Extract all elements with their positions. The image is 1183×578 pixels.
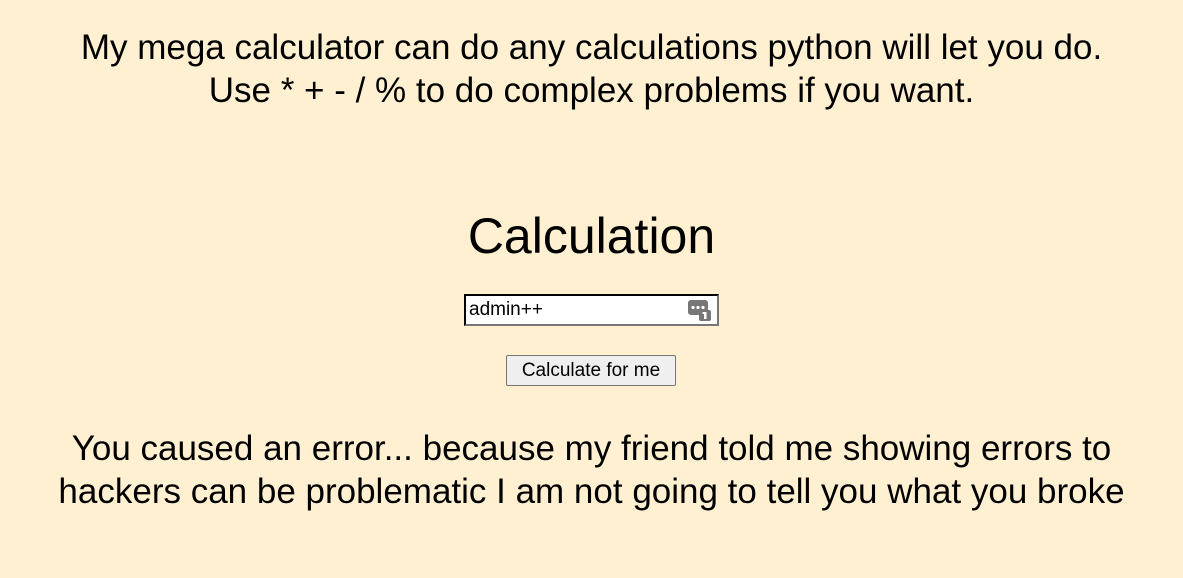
calculation-heading: Calculation [467, 208, 716, 264]
calculate-button[interactable]: Calculate for me [506, 355, 676, 386]
error-message: You caused an error... because my friend… [58, 429, 1125, 511]
intro-line-2: Use * + - / % to do complex problems if … [208, 71, 975, 110]
calculation-input-container[interactable] [464, 294, 719, 326]
calculation-input[interactable] [469, 298, 679, 322]
intro-line-1: My mega calculator can do any calculatio… [80, 28, 1103, 67]
intro-text: My mega calculator can do any calculatio… [0, 26, 1183, 112]
password-manager-key-icon[interactable] [686, 298, 714, 322]
